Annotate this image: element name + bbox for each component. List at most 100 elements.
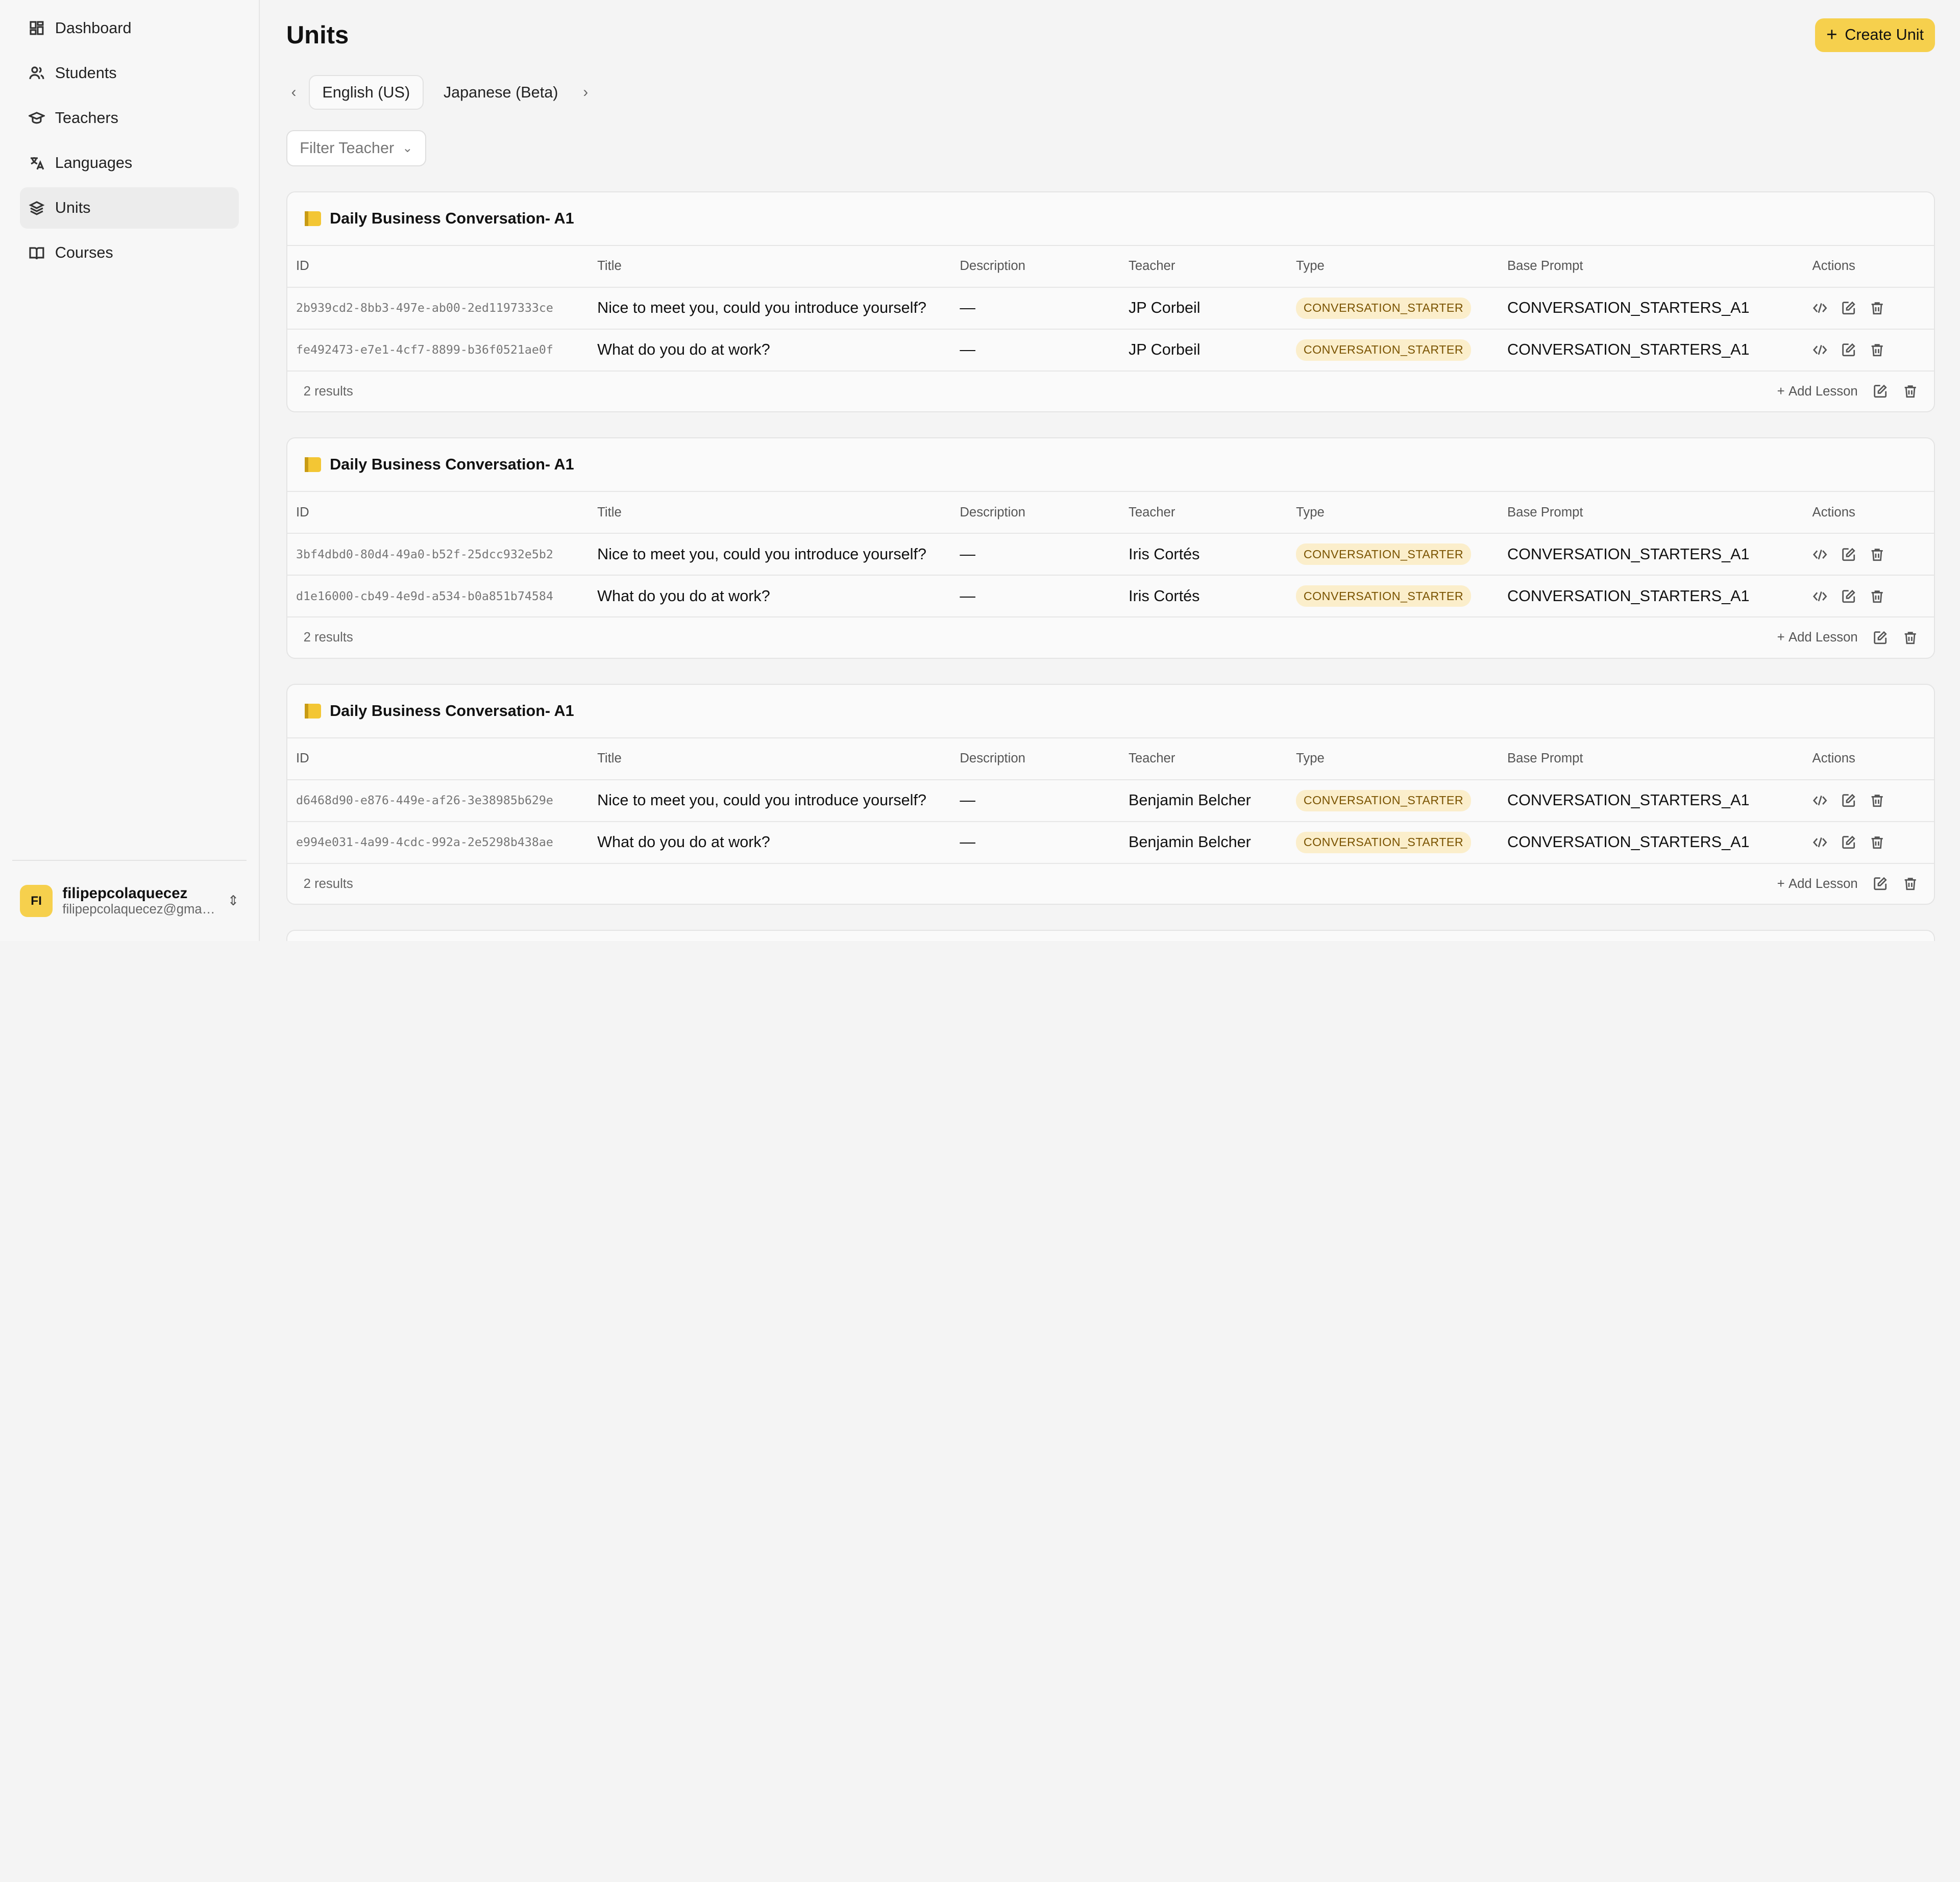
column-header: ID — [287, 492, 589, 534]
sidebar-nav: Dashboard Students Teachers Languages Un… — [12, 0, 246, 278]
lesson-title: Nice to meet you, could you introduce yo… — [589, 533, 951, 576]
lesson-base-prompt: CONVERSATION_STARTERS_A1 — [1498, 329, 1804, 372]
table-header-row: ID Title Description Teacher Type Base P… — [287, 245, 1934, 288]
column-header: Title — [589, 738, 951, 780]
lesson-description: — — [951, 287, 1120, 330]
code-icon[interactable] — [1812, 589, 1827, 604]
trash-icon[interactable] — [1870, 835, 1884, 850]
unit-actions: + Add Lesson — [1777, 630, 1918, 645]
code-icon[interactable] — [1812, 835, 1827, 850]
lesson-base-prompt: CONVERSATION_STARTERS_A1 — [1498, 287, 1804, 330]
lesson-title: What do you do at work? — [589, 821, 951, 864]
lesson-actions — [1803, 779, 1934, 822]
trash-icon[interactable] — [1870, 301, 1884, 315]
lesson-title: What do you do at work? — [589, 329, 951, 372]
edit-icon[interactable] — [1841, 589, 1856, 604]
unit-title: Daily Business Conversation- A1 — [330, 456, 574, 474]
tab-english-us[interactable]: English (US) — [308, 75, 424, 110]
trash-icon[interactable] — [1903, 630, 1918, 645]
unit-header[interactable]: Daily Business Conversation- A1 — [287, 192, 1934, 246]
sidebar-item-units[interactable]: Units — [20, 187, 239, 229]
lesson-base-prompt: CONVERSATION_STARTERS_A1 — [1498, 821, 1804, 864]
folder-icon — [305, 457, 321, 473]
create-unit-button[interactable]: + Create Unit — [1815, 18, 1935, 52]
unit-list: Daily Business Conversation- A1 ID Title… — [286, 191, 1935, 905]
chevron-down-icon: ⌄ — [402, 141, 413, 156]
unit-card-partial — [286, 930, 1935, 942]
add-lesson-button[interactable]: + Add Lesson — [1777, 384, 1858, 399]
chevron-right-icon[interactable]: › — [578, 84, 593, 101]
trash-icon[interactable] — [1903, 876, 1918, 891]
trash-icon[interactable] — [1870, 793, 1884, 808]
chevron-up-down-icon: ⇕ — [227, 893, 239, 908]
plus-icon: + — [1777, 630, 1785, 645]
edit-icon[interactable] — [1841, 835, 1856, 850]
lesson-base-prompt: CONVERSATION_STARTERS_A1 — [1498, 533, 1804, 576]
column-header: Type — [1287, 492, 1499, 534]
edit-icon[interactable] — [1873, 384, 1888, 399]
edit-icon[interactable] — [1841, 547, 1856, 562]
sidebar-item-label: Courses — [55, 244, 113, 262]
lesson-description: — — [951, 779, 1120, 822]
column-header: Description — [951, 245, 1120, 288]
folder-icon — [305, 211, 321, 226]
table-header-row: ID Title Description Teacher Type Base P… — [287, 738, 1934, 780]
trash-icon[interactable] — [1870, 589, 1884, 604]
language-tabs: ‹ English (US) Japanese (Beta) › — [286, 70, 1935, 115]
add-lesson-button[interactable]: + Add Lesson — [1777, 630, 1858, 645]
lesson-teacher: Iris Cortés — [1119, 533, 1287, 576]
lessons-table: ID Title Description Teacher Type Base P… — [287, 245, 1934, 372]
code-icon[interactable] — [1812, 342, 1827, 357]
sidebar-item-courses[interactable]: Courses — [20, 232, 239, 274]
sidebar-item-languages[interactable]: Languages — [20, 142, 239, 184]
type-badge: CONVERSATION_STARTER — [1296, 585, 1471, 607]
tab-japanese-beta[interactable]: Japanese (Beta) — [431, 76, 571, 109]
lesson-actions — [1803, 821, 1934, 864]
edit-icon[interactable] — [1841, 342, 1856, 357]
type-badge: CONVERSATION_STARTER — [1296, 543, 1471, 565]
lesson-teacher: JP Corbeil — [1119, 329, 1287, 372]
column-header: Description — [951, 738, 1120, 780]
sidebar-item-dashboard[interactable]: Dashboard — [20, 8, 239, 49]
user-menu[interactable]: FI filipepcolaquecez filipepcolaquecez@g… — [12, 859, 247, 941]
lesson-description: — — [951, 575, 1120, 618]
edit-icon[interactable] — [1841, 793, 1856, 808]
edit-icon[interactable] — [1873, 630, 1888, 645]
code-icon[interactable] — [1812, 793, 1827, 808]
lesson-type-cell: CONVERSATION_STARTER — [1287, 779, 1499, 822]
edit-icon[interactable] — [1841, 301, 1856, 315]
filter-teacher-select[interactable]: Filter Teacher ⌄ — [286, 130, 427, 166]
edit-icon[interactable] — [1873, 876, 1888, 891]
code-icon[interactable] — [1812, 547, 1827, 562]
sidebar-item-teachers[interactable]: Teachers — [20, 97, 239, 139]
lesson-type-cell: CONVERSATION_STARTER — [1287, 533, 1499, 576]
lesson-description: — — [951, 329, 1120, 372]
lesson-actions — [1803, 287, 1934, 330]
translate-icon — [31, 157, 44, 170]
unit-header[interactable]: Daily Business Conversation- A1 — [287, 438, 1934, 492]
lessons-table: ID Title Description Teacher Type Base P… — [287, 492, 1934, 618]
folder-icon — [305, 703, 321, 719]
sidebar-item-label: Languages — [55, 154, 133, 172]
table-row: 3bf4dbd0-80d4-49a0-b52f-25dcc932e5b2 Nic… — [287, 533, 1934, 576]
user-email: filipepcolaquecez@gmail... — [62, 902, 218, 917]
trash-icon[interactable] — [1870, 547, 1884, 562]
page-header: Units + Create Unit — [286, 0, 1935, 70]
lesson-teacher: Benjamin Belcher — [1119, 779, 1287, 822]
chevron-left-icon[interactable]: ‹ — [286, 84, 301, 101]
lesson-actions — [1803, 329, 1934, 372]
trash-icon[interactable] — [1903, 384, 1918, 399]
sidebar-item-students[interactable]: Students — [20, 53, 239, 94]
type-badge: CONVERSATION_STARTER — [1296, 831, 1471, 853]
column-header: ID — [287, 245, 589, 288]
lesson-id: e994e031-4a99-4cdc-992a-2e5298b438ae — [287, 821, 589, 864]
code-icon[interactable] — [1812, 301, 1827, 315]
lesson-id: d6468d90-e876-449e-af26-3e38985b629e — [287, 779, 589, 822]
unit-footer: 2 results + Add Lesson — [287, 617, 1934, 657]
plus-icon: + — [1777, 384, 1785, 399]
lesson-title: Nice to meet you, could you introduce yo… — [589, 779, 951, 822]
trash-icon[interactable] — [1870, 342, 1884, 357]
unit-header[interactable]: Daily Business Conversation- A1 — [287, 685, 1934, 738]
add-lesson-button[interactable]: + Add Lesson — [1777, 877, 1858, 892]
dashboard-icon — [30, 21, 44, 35]
